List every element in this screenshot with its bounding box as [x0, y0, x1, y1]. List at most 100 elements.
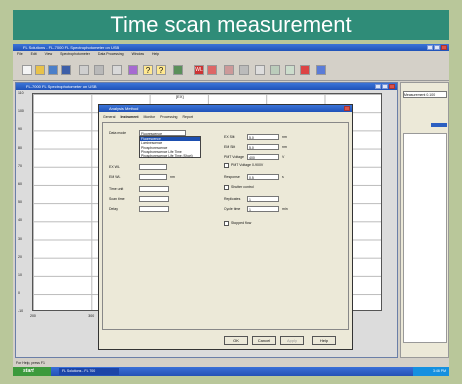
pmt-label: PMT Voltage [224, 155, 244, 159]
dialog-tabs: General Instrument Monitor Processing Re… [103, 115, 193, 121]
clock: 3:46 PM [413, 367, 449, 376]
copy-icon[interactable] [94, 65, 104, 75]
graph-icon[interactable] [48, 65, 58, 75]
plot-label: [EX] [176, 94, 184, 99]
spectrum-max-button[interactable] [382, 84, 388, 89]
scale-icon[interactable] [239, 65, 249, 75]
shutter-checkbox[interactable] [224, 185, 229, 190]
chart-icon[interactable] [173, 65, 183, 75]
panel-indicator [431, 123, 447, 127]
y-tick: -10 [18, 309, 24, 314]
start-icon[interactable] [300, 65, 310, 75]
dialog-title: Analysis Method [109, 106, 139, 111]
x-tick: 200 [30, 314, 36, 318]
replicates-input[interactable]: 1 [247, 196, 279, 202]
data-mode-dropdown: Fluorescence Luminescence Phosphorescenc… [139, 136, 201, 158]
em-wl-label: EM WL [109, 175, 121, 179]
measurement-label: Measurement [404, 93, 426, 97]
cursor-icon[interactable] [255, 65, 265, 75]
replicates-label: Replicates [224, 197, 241, 201]
cycle-time-label: Cycle time [224, 207, 241, 211]
menu-spectro[interactable]: Spectrophotometer [60, 52, 90, 56]
menu-edit[interactable]: Edit [31, 52, 37, 56]
time-unit-label: Time unit [109, 187, 124, 191]
tab-instrument[interactable]: Instrument [120, 115, 138, 119]
pmt-input[interactable]: 400 [247, 154, 279, 160]
measurement-panel: Measurement 0.100 [400, 82, 449, 358]
cycle-time-input[interactable]: 1 [247, 206, 279, 212]
taskbar-app-button[interactable]: FL Solutions - FL 700 [59, 368, 119, 375]
response-select[interactable]: 0.5 [247, 174, 279, 180]
ex-wl-input[interactable] [139, 164, 167, 170]
y-tick: 10 [18, 273, 22, 277]
stopped-flow-label: Stopped flow [231, 221, 252, 225]
save-icon[interactable] [61, 65, 71, 75]
wl-icon[interactable]: WL [194, 65, 204, 75]
tab-processing[interactable]: Processing [160, 115, 177, 119]
response-label: Response [224, 175, 240, 179]
cancel-button[interactable]: Cancel [252, 336, 276, 345]
new-icon[interactable] [22, 65, 32, 75]
baseline-icon[interactable] [285, 65, 295, 75]
tab-general[interactable]: General [103, 115, 115, 119]
x-tick: 300 [88, 314, 95, 318]
menu-processing[interactable]: Data Processing [98, 52, 124, 56]
status-text: For Help, press F1 [16, 361, 45, 365]
peak-icon[interactable] [224, 65, 234, 75]
toolbar: ? ? WL [13, 59, 449, 81]
context-help-icon[interactable]: ? [156, 65, 166, 75]
dialog-title-bar: Analysis Method [99, 105, 352, 112]
menu-help[interactable]: Help [152, 52, 159, 56]
banner-title: Time scan measurement [13, 10, 449, 40]
tab-monitor[interactable]: Monitor [144, 115, 156, 119]
help-button[interactable]: Help [312, 336, 336, 345]
ok-button[interactable]: OK [224, 336, 248, 345]
stopped-flow-checkbox[interactable] [224, 221, 229, 226]
delay-input[interactable] [139, 206, 169, 212]
app-title: FL Solutions - FL-7000 FL Spectrophotome… [23, 45, 120, 50]
spectrum-close-button[interactable] [389, 84, 395, 89]
scan-time-label: Scan time [109, 197, 125, 201]
measure-icon[interactable] [207, 65, 217, 75]
tab-report[interactable]: Report [182, 115, 193, 119]
minimize-button[interactable] [427, 45, 433, 50]
y-tick: 60 [18, 182, 22, 186]
apply-button[interactable]: Apply [280, 336, 304, 345]
y-tick: 110 [18, 91, 24, 95]
scan-time-input[interactable] [139, 196, 169, 202]
measurement-value: 0.100 [426, 93, 436, 97]
option-phos-life-short[interactable]: Phosphorescence Life Time (Short) [140, 154, 200, 158]
ex-slit-unit: nm [282, 135, 287, 139]
method-icon[interactable] [128, 65, 138, 75]
dialog-close-button[interactable] [344, 106, 350, 111]
em-slit-select[interactable]: 5.0 [247, 144, 279, 150]
report-icon[interactable] [316, 65, 326, 75]
spectrum-title: FL-7000 FL Spectrophotometer on USB [26, 84, 97, 89]
ex-slit-select[interactable]: 5.0 [247, 134, 279, 140]
taskbar: start FL Solutions - FL 700 3:46 PM [13, 367, 449, 376]
app-screen: FL Solutions - FL-7000 FL Spectrophotome… [13, 44, 449, 376]
open-icon[interactable] [35, 65, 45, 75]
em-wl-input[interactable] [139, 174, 167, 180]
help-icon[interactable]: ? [143, 65, 153, 75]
ex-slit-label: EX Slit [224, 135, 235, 139]
status-bar: For Help, press F1 [13, 359, 449, 367]
close-button[interactable] [441, 45, 447, 50]
menu-view[interactable]: View [45, 52, 53, 56]
pmt-range-checkbox[interactable] [224, 163, 229, 168]
maximize-button[interactable] [434, 45, 440, 50]
menu-window[interactable]: Window [132, 52, 144, 56]
delay-label: Delay [109, 207, 118, 211]
ex-wl-label: EX WL [109, 165, 120, 169]
start-button[interactable]: start [13, 367, 51, 376]
cycle-time-unit: min [282, 207, 288, 211]
data-mode-label: Data mode [109, 131, 127, 135]
time-unit-select[interactable] [139, 186, 169, 192]
y-tick: 0 [18, 291, 20, 296]
spectrum-min-button[interactable] [375, 84, 381, 89]
menu-file[interactable]: File [17, 52, 23, 56]
settings-icon[interactable] [112, 65, 122, 75]
trace-icon[interactable] [270, 65, 280, 75]
print-icon[interactable] [79, 65, 89, 75]
spectrum-title-bar: FL-7000 FL Spectrophotometer on USB [16, 83, 397, 90]
